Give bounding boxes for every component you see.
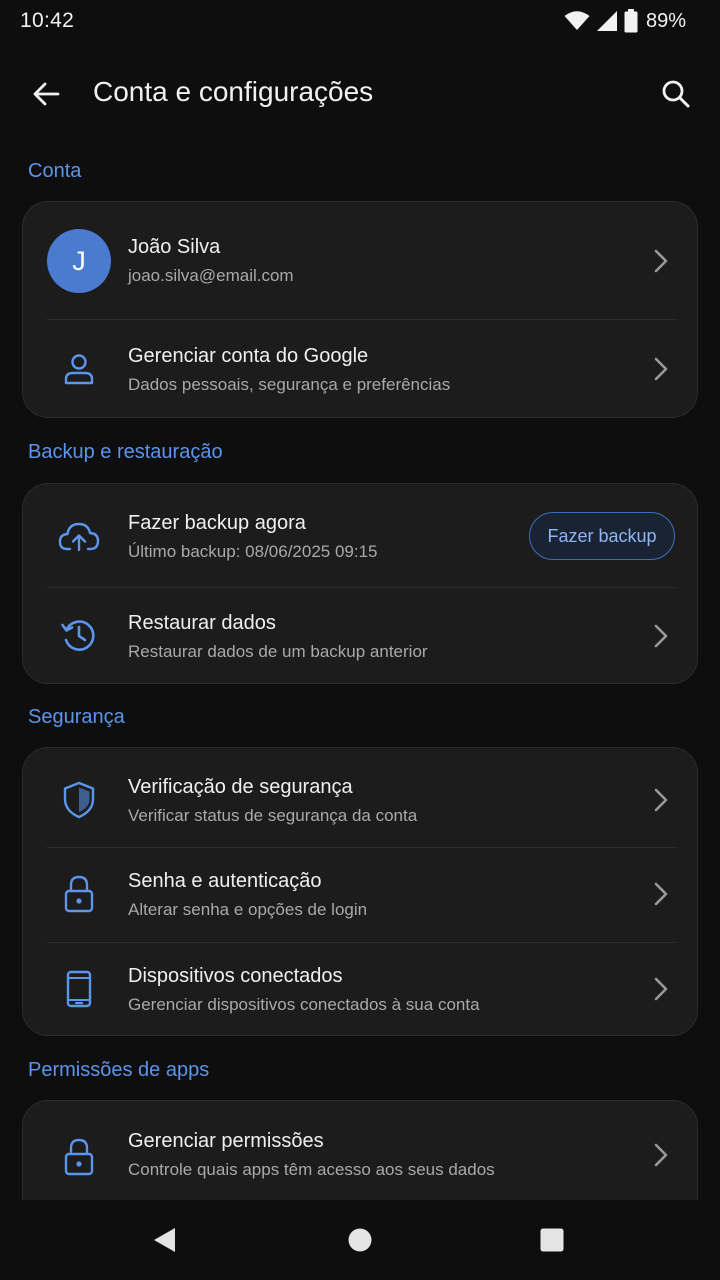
chevron-right-icon [651, 355, 671, 383]
history-icon [55, 611, 103, 659]
backup-card: Fazer backup agora Último backup: 08/06/… [22, 483, 698, 684]
lock-icon [55, 870, 103, 918]
last-backup-timestamp: Último backup: 08/06/2025 09:15 [128, 542, 378, 561]
navigation-bar [0, 1200, 720, 1280]
nav-back-button[interactable] [144, 1220, 184, 1260]
manage-account-title: Gerenciar conta do Google [128, 345, 369, 367]
restore-data-row[interactable]: Restaurar dados Restaurar dados de um ba… [23, 588, 697, 683]
security-checkup-row[interactable]: Verificação de segurança Verificar statu… [23, 748, 697, 847]
shield-icon [55, 776, 103, 824]
password-auth-row[interactable]: Senha e autenticação Alterar senha e opç… [23, 848, 697, 942]
section-header-security: Segurança [28, 706, 125, 728]
connected-devices-subtitle: Gerenciar dispositivos conectados à sua … [128, 995, 480, 1014]
nav-recents-button[interactable] [532, 1220, 572, 1260]
battery-percentage: 89% [645, 9, 686, 32]
phone-icon [55, 965, 103, 1013]
account-card: J João Silva joao.silva@email.com Gerenc… [22, 201, 698, 418]
restore-data-title: Restaurar dados [128, 612, 276, 634]
manage-permissions-title: Gerenciar permissões [128, 1130, 324, 1152]
avatar: J [47, 229, 111, 293]
profile-email: joao.silva@email.com [128, 266, 294, 285]
profile-row[interactable]: J João Silva joao.silva@email.com [23, 202, 697, 319]
page-title: Conta e configurações [93, 76, 374, 107]
nav-back-icon [154, 1228, 175, 1252]
status-icons: 89% [564, 8, 686, 34]
password-auth-title: Senha e autenticação [128, 870, 322, 892]
status-bar: 10:42 89% [0, 0, 720, 44]
section-header-account: Conta [28, 160, 82, 182]
chevron-right-icon [651, 1141, 671, 1169]
back-button[interactable] [22, 72, 70, 116]
cloud-upload-icon [55, 513, 103, 561]
manage-permissions-row[interactable]: Gerenciar permissões Controle quais apps… [23, 1101, 697, 1211]
security-card: Verificação de segurança Verificar statu… [22, 747, 698, 1036]
search-button[interactable] [652, 70, 700, 118]
section-header-backup: Backup e restauração [28, 441, 223, 463]
section-header-app-permissions: Permissões de apps [28, 1059, 210, 1081]
connected-devices-row[interactable]: Dispositivos conectados Gerenciar dispos… [23, 943, 697, 1035]
restore-data-subtitle: Restaurar dados de um backup anterior [128, 642, 428, 661]
person-icon [55, 345, 103, 393]
chevron-right-icon [651, 786, 671, 814]
cellular-signal-icon [596, 11, 617, 31]
manage-google-account-row[interactable]: Gerenciar conta do Google Dados pessoais… [23, 320, 697, 417]
arrow-back-icon [33, 82, 60, 106]
backup-button[interactable]: Fazer backup [529, 512, 675, 560]
profile-name: João Silva [128, 236, 221, 258]
security-checkup-title: Verificação de segurança [128, 776, 353, 798]
connected-devices-title: Dispositivos conectados [128, 965, 343, 987]
search-icon [662, 80, 690, 108]
manage-account-subtitle: Dados pessoais, segurança e preferências [128, 375, 451, 394]
wifi-icon [564, 11, 590, 30]
app-bar: Conta e configurações [0, 60, 720, 128]
chevron-right-icon [651, 880, 671, 908]
security-checkup-subtitle: Verificar status de segurança da conta [128, 806, 418, 825]
manage-permissions-subtitle: Controle quais apps têm acesso aos seus … [128, 1160, 495, 1179]
nav-home-icon [348, 1228, 372, 1252]
backup-now-row: Fazer backup agora Último backup: 08/06/… [23, 484, 697, 587]
battery-icon [624, 9, 638, 33]
lock-icon [55, 1133, 103, 1181]
backup-now-title: Fazer backup agora [128, 512, 306, 534]
chevron-right-icon [651, 247, 671, 275]
password-auth-subtitle: Alterar senha e opções de login [128, 900, 368, 919]
nav-recents-icon [540, 1228, 564, 1252]
status-time: 10:42 [20, 9, 75, 32]
nav-home-button[interactable] [340, 1220, 380, 1260]
chevron-right-icon [651, 622, 671, 650]
chevron-right-icon [651, 975, 671, 1003]
